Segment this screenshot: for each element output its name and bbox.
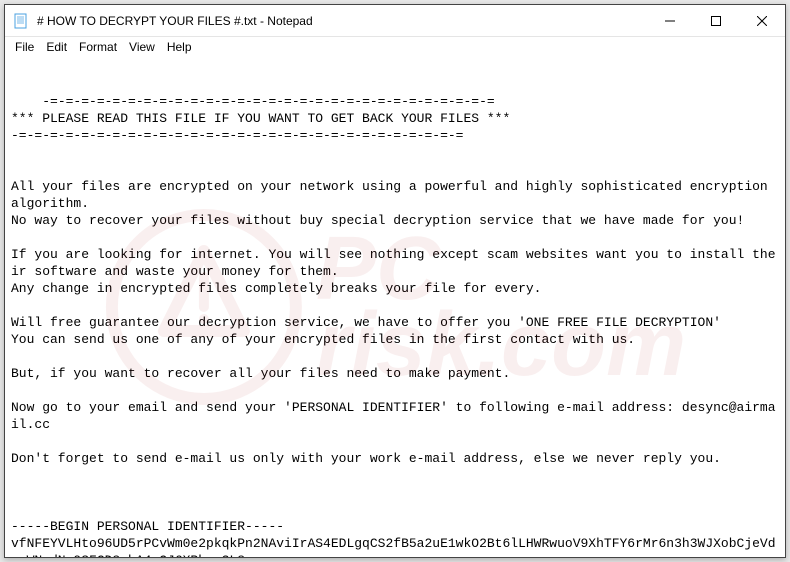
menu-edit[interactable]: Edit xyxy=(40,39,73,55)
window-title: # HOW TO DECRYPT YOUR FILES #.txt - Note… xyxy=(37,14,647,28)
text-editor[interactable]: PCrisk.com -=-=-=-=-=-=-=-=-=-=-=-=-=-=-… xyxy=(5,57,785,557)
menu-view[interactable]: View xyxy=(123,39,161,55)
close-button[interactable] xyxy=(739,5,785,36)
document-text: -=-=-=-=-=-=-=-=-=-=-=-=-=-=-=-=-=-=-=-=… xyxy=(11,94,776,557)
window-controls xyxy=(647,5,785,36)
menubar: File Edit Format View Help xyxy=(5,37,785,57)
notepad-window: # HOW TO DECRYPT YOUR FILES #.txt - Note… xyxy=(4,4,786,558)
menu-file[interactable]: File xyxy=(9,39,40,55)
menu-help[interactable]: Help xyxy=(161,39,198,55)
notepad-app-icon xyxy=(13,13,29,29)
minimize-button[interactable] xyxy=(647,5,693,36)
maximize-button[interactable] xyxy=(693,5,739,36)
titlebar[interactable]: # HOW TO DECRYPT YOUR FILES #.txt - Note… xyxy=(5,5,785,37)
menu-format[interactable]: Format xyxy=(73,39,123,55)
